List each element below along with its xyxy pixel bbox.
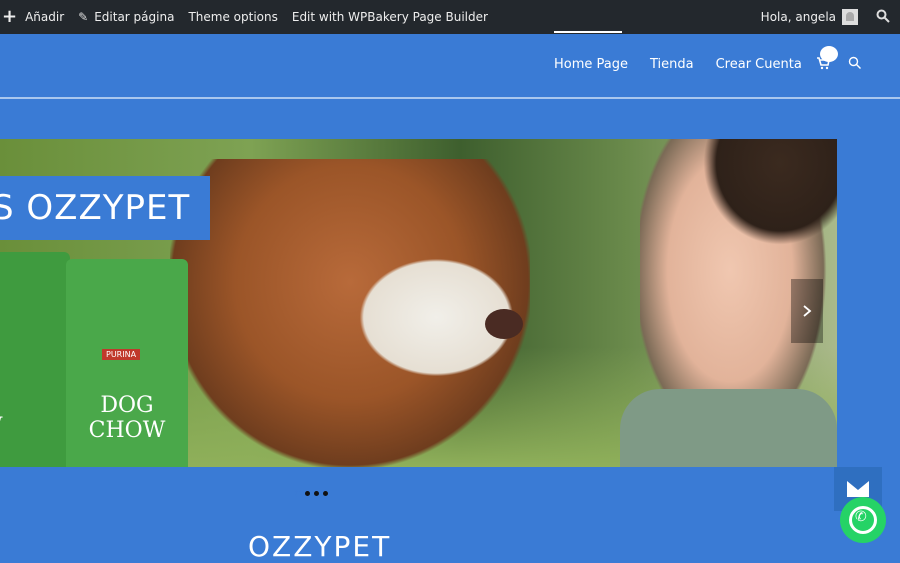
hero-slider: W PURINA DOG CHOW S OZZYPET [0,139,837,467]
cart-icon[interactable] [816,56,830,74]
search-icon[interactable] [848,56,862,74]
whatsapp-icon [849,506,877,534]
slider-pagination [296,491,328,496]
avatar [842,9,858,25]
add-new-label: Añadir [25,10,65,24]
woman-shirt [620,389,837,467]
nav-tienda[interactable]: Tienda [650,57,694,72]
slide-banner-text: S OZZYPET [0,188,191,228]
product-bag-dog-chow: PURINA DOG CHOW [66,259,188,467]
slider-dot[interactable] [305,491,310,496]
admin-bar: + Añadir ✎ Editar página Theme options E… [0,0,900,34]
theme-options-label: Theme options [188,10,278,24]
chevron-right-icon [803,305,812,317]
account-menu[interactable]: Hola, angela [761,9,858,25]
nav-home-page[interactable]: Home Page [554,31,628,72]
slide-banner: S OZZYPET [0,176,210,240]
wpbakery-link[interactable]: Edit with WPBakery Page Builder [292,10,488,24]
header-divider [0,97,900,99]
nav-crear-cuenta[interactable]: Crear Cuenta [716,57,802,72]
admin-search-icon[interactable] [876,9,890,26]
edit-page-label: Editar página [94,10,175,24]
slider-next-button[interactable] [791,279,823,343]
envelope-icon [847,481,869,497]
slider-dot[interactable] [296,491,301,496]
theme-options-link[interactable]: Theme options [188,10,277,24]
product-bag-left: W [0,252,70,467]
site-title: OZZYPET [248,530,392,563]
main-navigation: Home Page Tienda Crear Cuenta [554,31,824,72]
bag-dog-chow-label: DOG CHOW [88,393,166,443]
pencil-icon: ✎ [78,10,89,24]
purina-logo: PURINA [102,349,141,360]
user-greeting: Hola, angela [760,10,836,24]
plus-icon: + [2,6,18,27]
dog-nose [485,309,523,339]
slider-dot[interactable] [323,491,328,496]
edit-page-link[interactable]: ✎ Editar página [78,10,174,24]
whatsapp-button[interactable] [840,497,886,543]
woman-hair [690,139,837,259]
wpbakery-label: Edit with WPBakery Page Builder [291,10,488,24]
add-new-menu[interactable]: + Añadir [0,8,64,26]
slider-dot[interactable] [314,491,319,496]
